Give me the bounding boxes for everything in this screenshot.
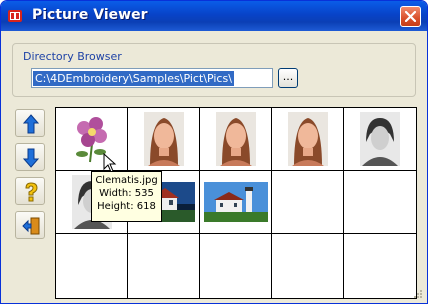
portrait-vintage-icon (360, 112, 400, 166)
window-title: Picture Viewer (32, 7, 148, 23)
picture-viewer-window: Picture Viewer Directory Browser C:\4DEm… (0, 0, 428, 304)
close-icon (405, 11, 416, 22)
help-button[interactable] (15, 177, 45, 205)
thumbnail-cell[interactable] (200, 234, 272, 298)
app-icon (8, 10, 22, 22)
thumbnail-cell[interactable] (272, 234, 344, 298)
down-arrow-icon (22, 148, 40, 168)
directory-path-text: C:\4DEmbroidery\Samples\Pict\Pics\ (33, 71, 234, 86)
up-arrow-icon (22, 114, 40, 134)
thumbnail-cell[interactable] (56, 234, 128, 298)
directory-browser-label: Directory Browser (20, 50, 125, 63)
image-info-tooltip: Clematis.jpg Width: 535 Height: 618 (91, 171, 162, 222)
portrait-woman-icon (287, 112, 328, 166)
thumbnail-cell[interactable] (128, 234, 200, 298)
resize-grip-icon[interactable] (413, 289, 423, 299)
move-down-button[interactable] (15, 143, 45, 171)
lighthouse-icon (203, 182, 268, 222)
thumbnail-cell[interactable] (128, 108, 200, 171)
thumbnail-cell[interactable] (200, 171, 272, 234)
question-icon (25, 182, 38, 202)
portrait-woman-icon (143, 112, 184, 166)
tooltip-filename: Clematis.jpg (95, 175, 158, 186)
thumbnail-cell[interactable] (272, 108, 344, 171)
exit-door-icon (22, 217, 40, 235)
title-bar[interactable]: Picture Viewer (1, 1, 427, 31)
thumbnail-cell[interactable] (344, 171, 416, 234)
exit-button[interactable] (15, 211, 45, 239)
move-up-button[interactable] (15, 109, 45, 137)
tooltip-height: Height: 618 (97, 201, 156, 212)
thumbnail-cell[interactable] (344, 108, 416, 171)
directory-path-input[interactable]: C:\4DEmbroidery\Samples\Pict\Pics\ (31, 68, 273, 88)
tooltip-width: Width: 535 (99, 188, 154, 199)
browse-button[interactable]: ... (278, 68, 298, 88)
thumbnail-cell[interactable] (344, 234, 416, 298)
close-button[interactable] (400, 6, 421, 27)
portrait-woman-icon (215, 112, 256, 166)
thumbnail-cell[interactable] (272, 171, 344, 234)
thumbnail-cell[interactable] (200, 108, 272, 171)
thumbnail-cell[interactable] (56, 108, 128, 171)
mouse-cursor-icon (103, 153, 117, 173)
